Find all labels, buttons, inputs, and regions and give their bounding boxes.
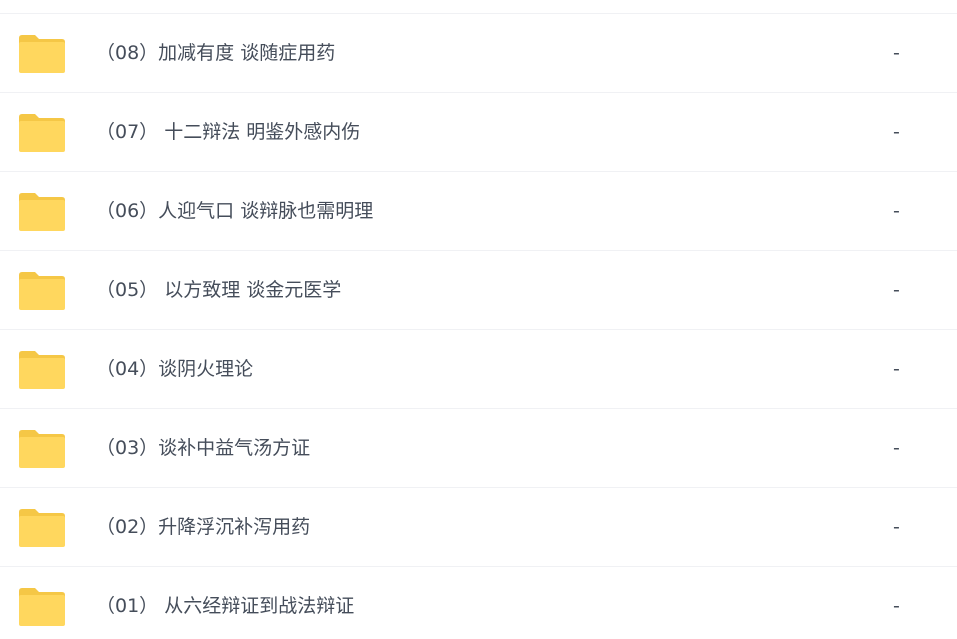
folder-size: -	[893, 358, 900, 380]
folder-row[interactable]: （02）升降浮沉补泻用药 -	[0, 488, 957, 567]
folder-name[interactable]: （03）谈补中益气汤方证	[96, 409, 310, 488]
folder-size: -	[893, 42, 900, 64]
folder-icon	[19, 193, 65, 231]
folder-icon	[19, 351, 65, 389]
folder-name[interactable]: （02）升降浮沉补泻用药	[96, 488, 310, 567]
folder-name[interactable]: （01） 从六经辩证到战法辩证	[96, 567, 354, 639]
folder-name[interactable]: （07） 十二辩法 明鉴外感内伤	[96, 93, 360, 172]
folder-row[interactable]: （05） 以方致理 谈金元医学 -	[0, 251, 957, 330]
folder-icon	[19, 509, 65, 547]
folder-size: -	[893, 121, 900, 143]
folder-name[interactable]: （05） 以方致理 谈金元医学	[96, 251, 341, 330]
folder-size: -	[893, 279, 900, 301]
folder-row[interactable]: （04）谈阴火理论 -	[0, 330, 957, 409]
folder-icon	[19, 114, 65, 152]
folder-icon	[19, 588, 65, 626]
folder-size: -	[893, 200, 900, 222]
folder-name[interactable]: （08）加减有度 谈随症用药	[96, 14, 335, 93]
folder-row[interactable]: （06）人迎气口 谈辩脉也需明理 -	[0, 172, 957, 251]
folder-size: -	[893, 516, 900, 538]
folder-row[interactable]: （08）加减有度 谈随症用药 -	[0, 14, 957, 93]
folder-row[interactable]: （07） 十二辩法 明鉴外感内伤 -	[0, 93, 957, 172]
file-list: （08）加减有度 谈随症用药 - （07） 十二辩法 明鉴外感内伤 - （06）…	[0, 0, 957, 639]
folder-icon	[19, 272, 65, 310]
folder-icon	[19, 35, 65, 73]
folder-name[interactable]: （06）人迎气口 谈辩脉也需明理	[96, 172, 373, 251]
folder-row[interactable]: （03）谈补中益气汤方证 -	[0, 409, 957, 488]
folder-size: -	[893, 437, 900, 459]
folder-name[interactable]: （04）谈阴火理论	[96, 330, 253, 409]
folder-icon	[19, 430, 65, 468]
folder-row[interactable]: （01） 从六经辩证到战法辩证 -	[0, 567, 957, 639]
folder-size: -	[893, 595, 900, 617]
